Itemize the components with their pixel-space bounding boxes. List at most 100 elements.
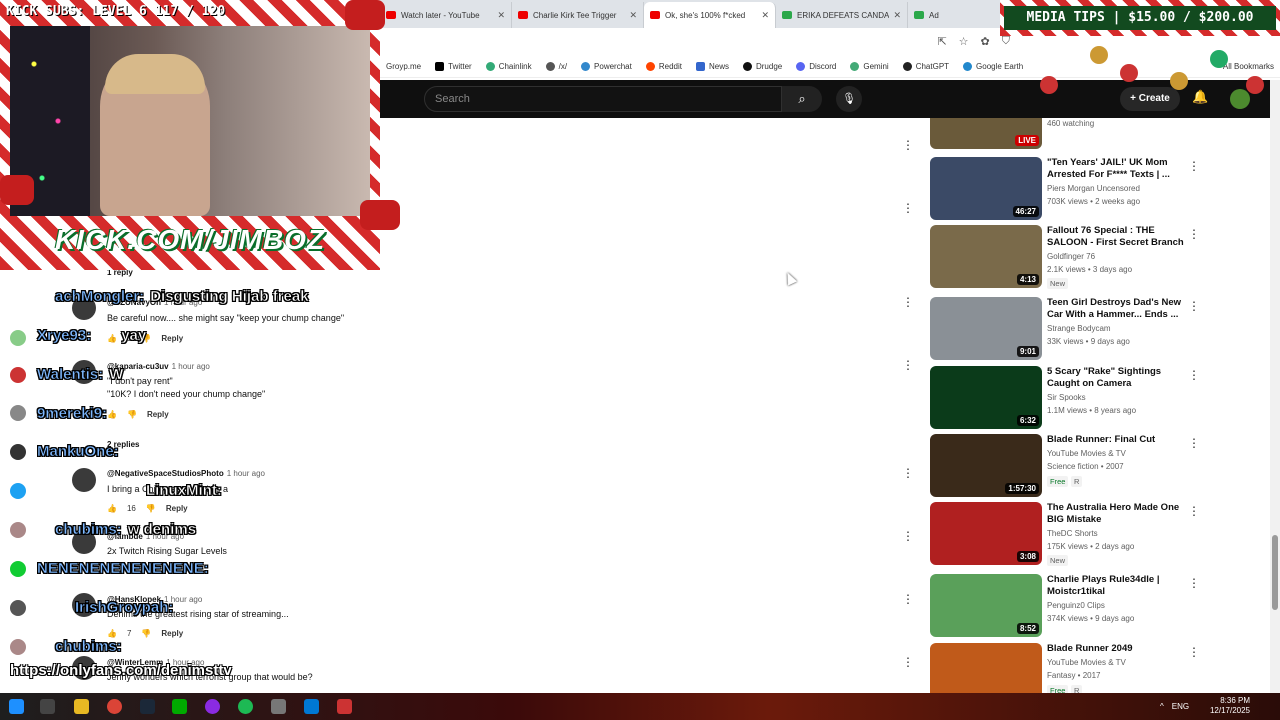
video-title[interactable]: Fallout 76 Special : THE SALOON - First … bbox=[1047, 225, 1185, 249]
page-scrollbar[interactable] bbox=[1270, 80, 1280, 693]
chevron-up-icon[interactable]: ^ bbox=[1160, 702, 1164, 711]
video-item[interactable]: 3:08 The Australia Hero Made One BIG Mis… bbox=[928, 502, 1200, 566]
video-title[interactable]: Teen Girl Destroys Dad's New Car With a … bbox=[1047, 297, 1185, 321]
tab-watch-later[interactable]: Watch later - YouTube ✕ bbox=[380, 2, 512, 28]
video-item[interactable]: 4:13 Fallout 76 Special : THE SALOON - F… bbox=[928, 225, 1200, 289]
channel-name[interactable]: TheDC Shorts bbox=[1047, 529, 1098, 538]
channel-name[interactable]: Piers Morgan Uncensored bbox=[1047, 184, 1140, 193]
video-item[interactable]: 1:57:30 Blade Runner: Final Cut YouTube … bbox=[928, 434, 1200, 498]
tab-active-video[interactable]: Ok, she's 100% f*cked ✕ bbox=[644, 2, 776, 28]
video-title[interactable]: The Australia Hero Made One BIG Mistake bbox=[1047, 502, 1185, 526]
search-icon[interactable]: ⌕ bbox=[782, 86, 822, 112]
more-options-icon[interactable]: ⋮ bbox=[902, 592, 914, 606]
close-icon[interactable]: ✕ bbox=[497, 10, 505, 21]
file-explorer-icon[interactable] bbox=[74, 699, 89, 714]
more-options-icon[interactable]: ⋮ bbox=[1188, 576, 1200, 590]
video-thumbnail[interactable] bbox=[930, 643, 1042, 693]
channel-name[interactable]: YouTube Movies & TV bbox=[1047, 658, 1126, 667]
comment-author[interactable]: @NegativeSpaceStudiosPhoto 1 hour ago bbox=[107, 469, 265, 478]
tab-erika[interactable]: ERIKA DEFEATS CANDA ✕ bbox=[776, 2, 908, 28]
bookmark-item[interactable]: Reddit bbox=[645, 62, 682, 71]
video-thumbnail[interactable]: 1:57:30 bbox=[930, 434, 1042, 497]
channel-name[interactable]: Sir Spooks bbox=[1047, 393, 1086, 402]
bookmark-item[interactable]: Twitter bbox=[435, 62, 472, 71]
obs-icon[interactable] bbox=[205, 699, 220, 714]
bookmark-item[interactable]: Powerchat bbox=[581, 62, 632, 71]
video-thumbnail[interactable]: 6:32 bbox=[930, 366, 1042, 429]
shield-icon[interactable]: ⛉ bbox=[1002, 35, 1010, 48]
more-options-icon[interactable]: ⋮ bbox=[902, 295, 914, 309]
clock[interactable]: 8:36 PM 12/17/2025 bbox=[1210, 696, 1250, 716]
channel-name[interactable]: Goldfinger 76 bbox=[1047, 252, 1095, 261]
bookmark-item[interactable]: News bbox=[695, 62, 729, 71]
video-thumbnail[interactable]: 46:27 bbox=[930, 157, 1042, 220]
channel-name[interactable]: Penguinz0 Clips bbox=[1047, 601, 1105, 610]
video-thumbnail[interactable]: 8:52 bbox=[930, 574, 1042, 637]
video-thumbnail[interactable]: 4:13 bbox=[930, 225, 1042, 288]
video-item[interactable]: Blade Runner 2049 YouTube Movies & TV Fa… bbox=[928, 643, 1200, 693]
dislike-icon[interactable]: 👎 bbox=[146, 504, 156, 513]
bookmark-item[interactable]: Groyp.me bbox=[386, 62, 421, 71]
more-options-icon[interactable]: ⋮ bbox=[1188, 436, 1200, 450]
bookmark-item[interactable]: Chainlink bbox=[485, 62, 532, 71]
bookmark-item[interactable]: ChatGPT bbox=[902, 62, 949, 71]
more-options-icon[interactable]: ⋮ bbox=[902, 529, 914, 543]
bookmark-item[interactable]: Discord bbox=[796, 62, 836, 71]
more-options-icon[interactable]: ⋮ bbox=[1188, 227, 1200, 241]
video-item[interactable]: 46:27 "Ten Years' JAIL!' UK Mom Arrested… bbox=[928, 157, 1200, 221]
close-icon[interactable]: ✕ bbox=[761, 10, 769, 21]
more-options-icon[interactable]: ⋮ bbox=[1188, 368, 1200, 382]
bookmark-item[interactable]: /x/ bbox=[545, 62, 567, 71]
steam-icon[interactable] bbox=[140, 699, 155, 714]
video-title[interactable]: 5 Scary "Rake" Sightings Caught on Camer… bbox=[1047, 366, 1185, 390]
video-title[interactable]: "Ten Years' JAIL!' UK Mom Arrested For F… bbox=[1047, 157, 1185, 181]
app-icon[interactable] bbox=[337, 699, 352, 714]
language-indicator[interactable]: ENG bbox=[1172, 702, 1189, 711]
more-options-icon[interactable]: ⋮ bbox=[902, 466, 914, 480]
close-icon[interactable]: ✕ bbox=[893, 10, 901, 21]
scrollbar-thumb[interactable] bbox=[1272, 535, 1278, 610]
dislike-icon[interactable]: 👎 bbox=[127, 410, 137, 419]
search-input[interactable]: Search bbox=[424, 86, 782, 112]
reply-button[interactable]: Reply bbox=[147, 410, 169, 419]
bookmark-item[interactable]: Drudge bbox=[742, 62, 782, 71]
more-options-icon[interactable]: ⋮ bbox=[902, 138, 914, 152]
task-view-icon[interactable] bbox=[40, 699, 55, 714]
tab-charlie-kirk[interactable]: Charlie Kirk Tee Trigger ✕ bbox=[512, 2, 644, 28]
video-thumbnail[interactable]: 9:01 bbox=[930, 297, 1042, 360]
dislike-icon[interactable]: 👎 bbox=[141, 629, 151, 638]
more-options-icon[interactable]: ⋮ bbox=[1188, 159, 1200, 173]
more-options-icon[interactable]: ⋮ bbox=[1188, 299, 1200, 313]
video-thumbnail[interactable]: LIVE bbox=[930, 118, 1042, 149]
video-item[interactable]: 6:32 5 Scary "Rake" Sightings Caught on … bbox=[928, 366, 1200, 430]
install-icon[interactable]: ⇱ bbox=[937, 35, 946, 48]
video-item[interactable]: 8:52 Charlie Plays Rule34dle | Moistcr1t… bbox=[928, 574, 1200, 638]
more-options-icon[interactable]: ⋮ bbox=[902, 358, 914, 372]
reply-button[interactable]: Reply bbox=[161, 334, 183, 343]
spotify-icon[interactable] bbox=[238, 699, 253, 714]
video-item[interactable]: 9:01 Teen Girl Destroys Dad's New Car Wi… bbox=[928, 297, 1200, 361]
terminal-icon[interactable] bbox=[172, 699, 187, 714]
like-icon[interactable]: 👍 bbox=[107, 504, 117, 513]
chrome-icon[interactable] bbox=[107, 699, 122, 714]
edge-icon[interactable] bbox=[304, 699, 319, 714]
more-options-icon[interactable]: ⋮ bbox=[902, 655, 914, 669]
more-options-icon[interactable]: ⋮ bbox=[902, 201, 914, 215]
extension-icon[interactable]: ✿ bbox=[981, 35, 990, 48]
video-item[interactable]: LIVE 460 watching bbox=[928, 118, 1198, 150]
star-icon[interactable]: ☆ bbox=[959, 35, 969, 48]
more-options-icon[interactable]: ⋮ bbox=[1188, 504, 1200, 518]
reply-button[interactable]: Reply bbox=[166, 504, 188, 513]
video-thumbnail[interactable]: 3:08 bbox=[930, 502, 1042, 565]
avatar[interactable] bbox=[72, 468, 96, 492]
channel-name[interactable]: Strange Bodycam bbox=[1047, 324, 1111, 333]
reply-button[interactable]: Reply bbox=[161, 629, 183, 638]
bookmark-item[interactable]: Gemini bbox=[850, 62, 889, 71]
video-title[interactable]: Blade Runner: Final Cut bbox=[1047, 434, 1185, 446]
like-icon[interactable]: 👍 bbox=[107, 629, 117, 638]
close-icon[interactable]: ✕ bbox=[629, 10, 637, 21]
more-options-icon[interactable]: ⋮ bbox=[1188, 645, 1200, 659]
windows-start-icon[interactable] bbox=[9, 699, 24, 714]
video-title[interactable]: Charlie Plays Rule34dle | Moistcr1tikal bbox=[1047, 574, 1185, 598]
video-title[interactable]: Blade Runner 2049 bbox=[1047, 643, 1185, 655]
